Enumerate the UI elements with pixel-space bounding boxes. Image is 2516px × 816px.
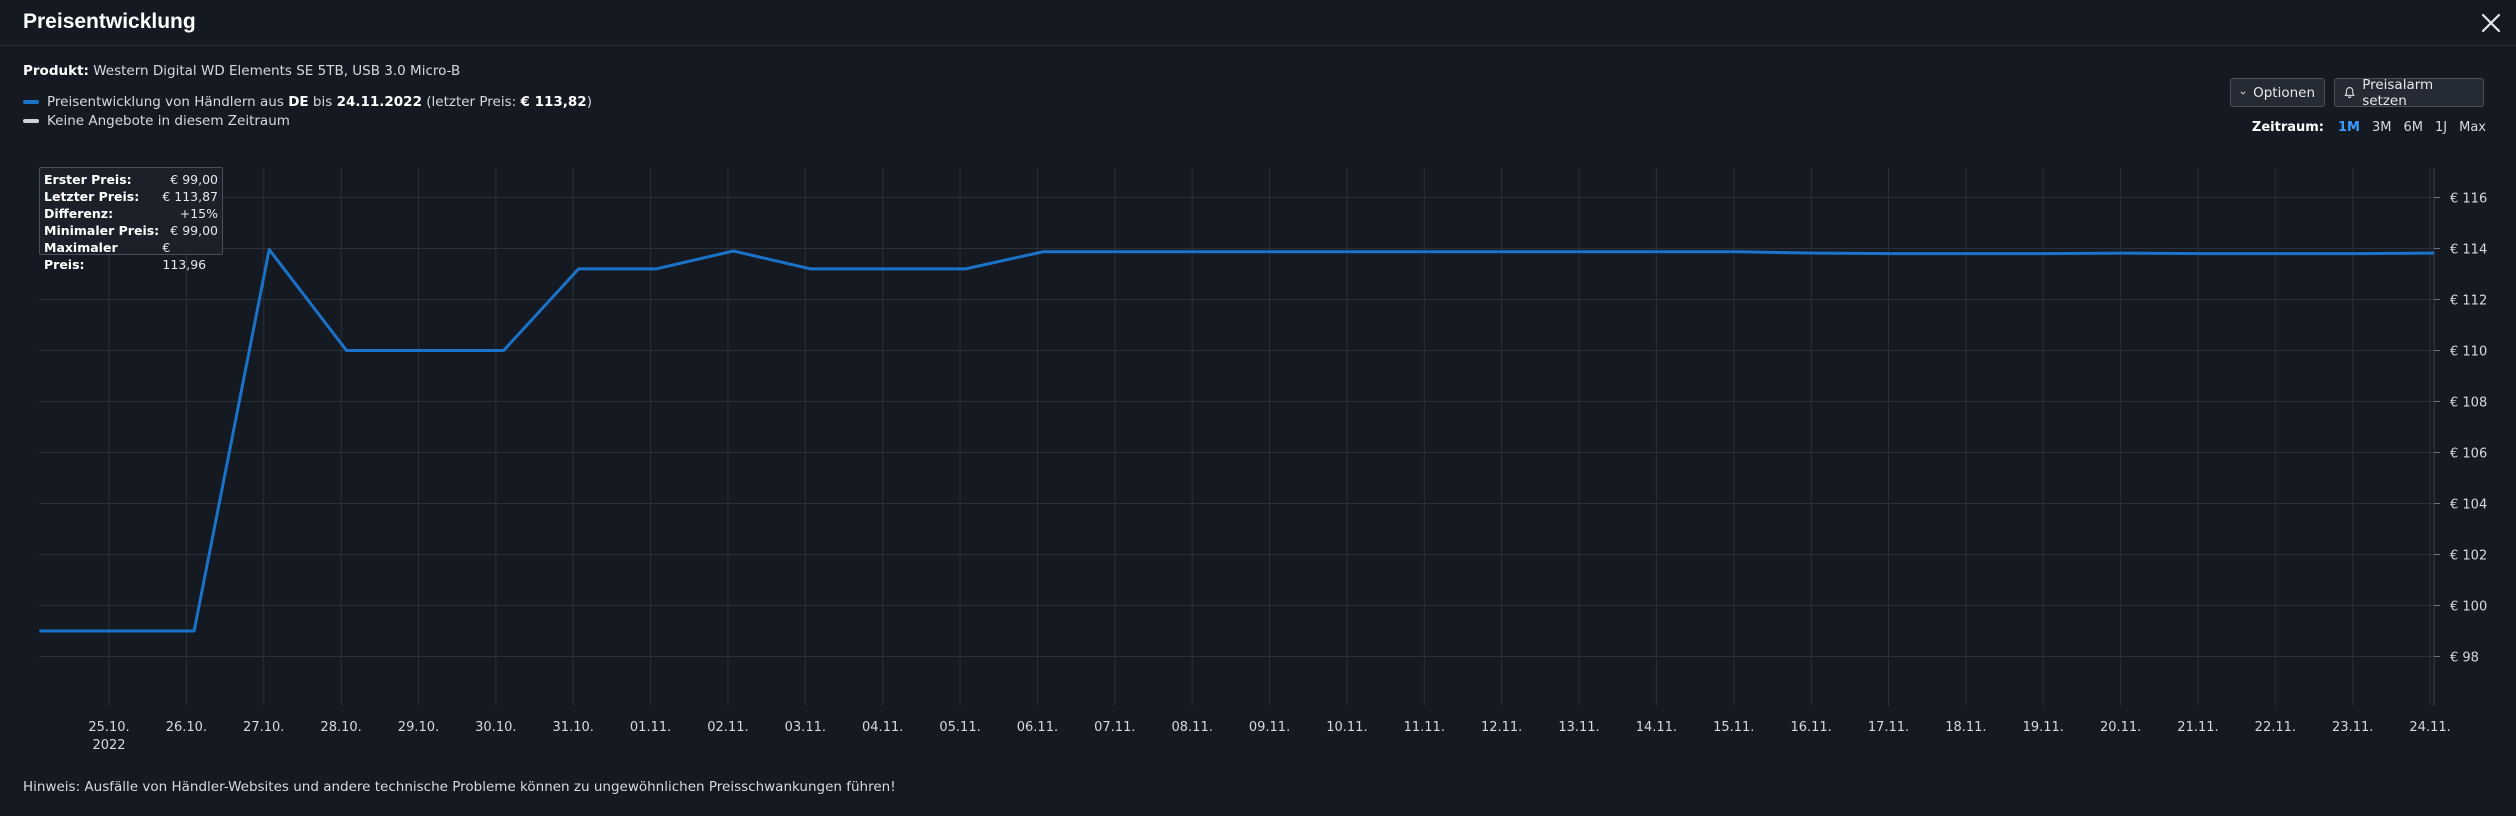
x-tick-label: 30.10. (475, 720, 516, 735)
x-tick-label: 14.11. (1636, 720, 1677, 735)
y-tick-label: € 100 (2450, 600, 2487, 615)
summary-key: Maximaler Preis: (44, 240, 118, 272)
x-tick-label: 06.11. (1017, 720, 1058, 735)
price-chart: € 98 € 100 € 102 € 104 € 106 € 108 € 110 € 112 €… (39, 168, 2487, 753)
y-tick-label: € 102 (2450, 549, 2487, 564)
summary-row: Letzter Preis: € 113,87 (44, 188, 218, 205)
summary-key: Minimaler Preis: (44, 223, 160, 238)
x-tick-label: 05.11. (939, 720, 980, 735)
x-tick-label: 08.11. (1172, 720, 1213, 735)
x-tick-label: 11.11. (1404, 720, 1445, 735)
x-tick-label: 13.11. (1558, 720, 1599, 735)
x-tick-label: 21.11. (2177, 720, 2218, 735)
y-tick-label: € 106 (2450, 447, 2487, 462)
y-tick-label: € 104 (2450, 498, 2487, 513)
x-tick-label: 10.11. (1326, 720, 1367, 735)
x-tick-label: 04.11. (862, 720, 903, 735)
x-tick-label: 17.11. (1868, 720, 1909, 735)
summary-value: € 113,87 (162, 189, 218, 204)
summary-key: Differenz: (44, 206, 114, 221)
y-tick-label: € 110 (2450, 345, 2487, 360)
y-tick-label: € 112 (2450, 294, 2487, 309)
summary-value: +15% (179, 206, 218, 221)
x-tick-label: 22.11. (2255, 720, 2296, 735)
x-tick-label: 18.11. (1945, 720, 1986, 735)
x-tick-label: 19.11. (2023, 720, 2064, 735)
price-summary-box: Erster Preis: € 99,00 Letzter Preis: € 113,… (39, 167, 223, 272)
x-tick-label: 02.11. (707, 720, 748, 735)
x-tick-label: 29.10. (398, 720, 439, 735)
summary-row: Differenz: +15% (44, 205, 218, 222)
y-tick-label: € 98 (2450, 651, 2479, 666)
x-year-label: 2022 (92, 738, 125, 753)
x-tick-label: 16.11. (1790, 720, 1831, 735)
summary-value: € 99,00 (170, 172, 218, 187)
x-tick-label: 27.10. (243, 720, 284, 735)
summary-value: € 99,00 (170, 223, 218, 238)
x-tick-label: 07.11. (1094, 720, 1135, 735)
summary-row: Minimaler Preis: € 99,00 (44, 222, 218, 239)
summary-row: Erster Preis: € 99,00 (44, 171, 218, 188)
y-tick-label: € 108 (2450, 396, 2487, 411)
x-tick-label: 26.10. (166, 720, 207, 735)
x-tick-label: 28.10. (320, 720, 361, 735)
x-tick-label: 23.11. (2332, 720, 2373, 735)
x-tick-label: 01.11. (630, 720, 671, 735)
summary-value: € 113,96 (162, 240, 207, 272)
x-tick-label: 24.11. (2409, 720, 2450, 735)
summary-key: Erster Preis: (44, 172, 132, 187)
x-tick-label: 31.10. (553, 720, 594, 735)
x-tick-label: 25.10. (88, 720, 129, 735)
price-series-line (39, 248, 2435, 633)
summary-row: Maximaler Preis: € 113,96 (44, 239, 218, 273)
x-tick-label: 20.11. (2100, 720, 2141, 735)
y-tick-label: € 114 (2450, 243, 2487, 258)
footer-note: Hinweis: Ausfälle von Händler-Websites u… (23, 779, 896, 795)
x-tick-label: 03.11. (785, 720, 826, 735)
x-tick-label: 15.11. (1713, 720, 1754, 735)
summary-key: Letzter Preis: (44, 189, 140, 204)
x-tick-label: 12.11. (1481, 720, 1522, 735)
x-tick-label: 09.11. (1249, 720, 1290, 735)
y-tick-label: € 116 (2450, 192, 2487, 207)
